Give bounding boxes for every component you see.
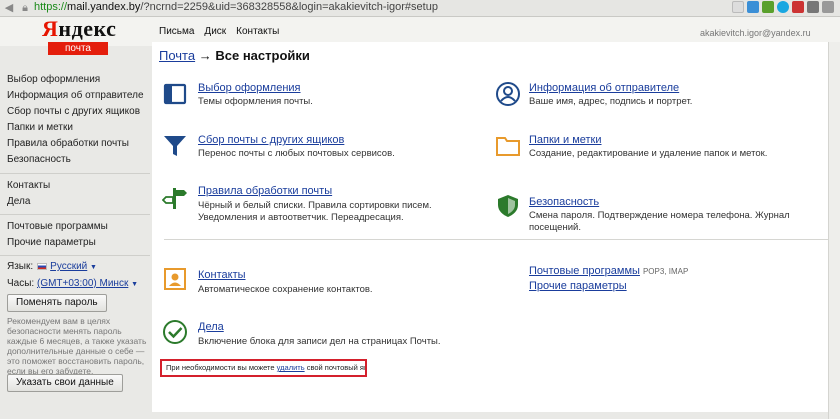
nav-disk[interactable]: Диск <box>204 26 226 37</box>
notice-text-after: свой почтовый ящик. <box>306 363 365 372</box>
url-host: mail.yandex.by <box>67 1 141 13</box>
chevron-down-icon[interactable]: ▼ <box>90 264 97 271</box>
user-icon[interactable] <box>495 81 521 107</box>
collect-mail-link[interactable]: Сбор почты с других ящиков <box>198 134 344 146</box>
skype-icon[interactable] <box>777 1 789 13</box>
sender-info-link[interactable]: Информация об отправителе <box>529 82 679 94</box>
top-navigation: Письма Диск Контакты <box>159 26 279 37</box>
shield-icon[interactable] <box>495 193 521 219</box>
page-scrollbar[interactable] <box>828 42 840 419</box>
folders-link[interactable]: Папки и метки <box>529 134 602 146</box>
sidebar-divider <box>0 255 150 256</box>
sender-info-desc: Ваше имя, адрес, подпись и портрет. <box>529 96 693 107</box>
password-advice: Рекомендуем вам в целях безопасности мен… <box>7 316 147 376</box>
back-icon[interactable]: ◀ <box>2 1 16 15</box>
signpost-icon[interactable] <box>162 185 188 211</box>
breadcrumb: Почта → Все настройки <box>159 48 310 63</box>
lock-icon: 🔒︎ <box>22 2 28 14</box>
section-divider <box>164 239 828 240</box>
book-icon[interactable] <box>162 81 188 107</box>
funnel-icon[interactable] <box>162 133 188 159</box>
sidebar-item-folders[interactable]: Папки и метки <box>7 122 73 133</box>
timezone-setting: Часы: (GMT+03:00) Минск ▼ <box>7 278 138 289</box>
sidebar-item-contacts[interactable]: Контакты <box>7 180 50 191</box>
settings-sidebar: Выбор оформления Информация об отправите… <box>0 70 150 419</box>
contact-card-icon[interactable] <box>162 266 188 292</box>
folders-desc: Создание, редактирование и удаление папо… <box>529 148 768 159</box>
chevron-down-icon[interactable]: ▼ <box>131 281 138 288</box>
logo-badge: почта <box>48 42 108 55</box>
sidebar-item-todo[interactable]: Дела <box>7 196 30 207</box>
logo-word: Яндекс <box>42 16 117 41</box>
other-params-link[interactable]: Прочие параметры <box>529 280 627 292</box>
timezone-label: Часы: <box>7 278 35 289</box>
nav-contacts[interactable]: Контакты <box>236 26 279 37</box>
nav-letters[interactable]: Письма <box>159 26 194 37</box>
yandex-mail-logo[interactable]: Яндекс почта <box>40 16 117 61</box>
sidebar-item-sender[interactable]: Информация об отправителе <box>7 90 144 101</box>
mail-programs-link[interactable]: Почтовые программы POP3, IMAP <box>529 265 688 277</box>
timezone-select[interactable]: (GMT+03:00) Минск <box>37 278 128 289</box>
rules-link[interactable]: Правила обработки почты <box>198 185 332 197</box>
url-path: /?ncrnd=2259&uid=368328558&login=akakiev… <box>140 1 438 13</box>
browser-address-bar[interactable]: ◀ 🔒︎ https://mail.yandex.by/?ncrnd=2259&… <box>0 0 840 17</box>
sidebar-item-collect[interactable]: Сбор почты с других ящиков <box>7 106 140 117</box>
extension-icon[interactable] <box>807 1 819 13</box>
checkmark-circle-icon[interactable] <box>162 319 188 345</box>
notice-text-before: При необходимости вы можете <box>166 363 277 372</box>
mail-programs-note: POP3, IMAP <box>642 267 689 276</box>
user-email[interactable]: akakievitch.igor@yandex.ru <box>700 28 811 38</box>
todo-desc: Включение блока для записи дел на страни… <box>198 336 441 347</box>
language-label: Язык: <box>7 261 34 272</box>
design-link[interactable]: Выбор оформления <box>198 82 301 94</box>
sidebar-item-rules[interactable]: Правила обработки почты <box>7 138 129 149</box>
settings-panel: Почта → Все настройки Выбор оформления Т… <box>152 42 828 412</box>
russia-flag-icon <box>37 262 48 270</box>
sidebar-divider <box>0 214 150 215</box>
language-select[interactable]: Русский <box>50 261 87 272</box>
breadcrumb-arrow: → <box>198 48 212 63</box>
design-desc: Темы оформления почты. <box>198 96 313 107</box>
security-link[interactable]: Безопасность <box>529 196 599 208</box>
extension-icon[interactable] <box>747 1 759 13</box>
extension-icon[interactable] <box>792 1 804 13</box>
extension-icon[interactable] <box>762 1 774 13</box>
delete-mailbox-notice: При необходимости вы можете удалить свой… <box>160 359 367 377</box>
security-desc: Смена пароля. Подтверждение номера телеф… <box>529 210 790 233</box>
star-icon[interactable] <box>732 1 744 13</box>
menu-icon[interactable] <box>822 1 834 13</box>
sidebar-item-other-params[interactable]: Прочие параметры <box>7 237 96 248</box>
contacts-link[interactable]: Контакты <box>198 269 246 281</box>
delete-mailbox-link[interactable]: удалить <box>277 363 305 372</box>
change-password-button[interactable]: Поменять пароль <box>7 294 107 312</box>
specify-data-button[interactable]: Указать свои данные <box>7 374 123 392</box>
rules-desc: Чёрный и белый списки. Правила сортировк… <box>198 200 432 223</box>
todo-link[interactable]: Дела <box>198 321 224 333</box>
breadcrumb-mail-link[interactable]: Почта <box>159 48 195 63</box>
browser-extensions <box>732 1 834 15</box>
sidebar-item-mail-programs[interactable]: Почтовые программы <box>7 221 108 232</box>
page-title: Все настройки <box>215 48 310 63</box>
contacts-desc: Автоматическое сохранение контактов. <box>198 284 373 295</box>
sidebar-item-design[interactable]: Выбор оформления <box>7 74 100 85</box>
folder-icon[interactable] <box>495 133 521 159</box>
collect-mail-desc: Перенос почты с любых почтовых сервисов. <box>198 148 395 159</box>
url-field[interactable]: https://mail.yandex.by/?ncrnd=2259&uid=3… <box>34 0 674 15</box>
sidebar-item-security[interactable]: Безопасность <box>7 154 71 165</box>
language-setting: Язык: Русский ▼ <box>7 261 97 272</box>
sidebar-divider <box>0 173 150 174</box>
url-scheme: https:// <box>34 1 68 13</box>
